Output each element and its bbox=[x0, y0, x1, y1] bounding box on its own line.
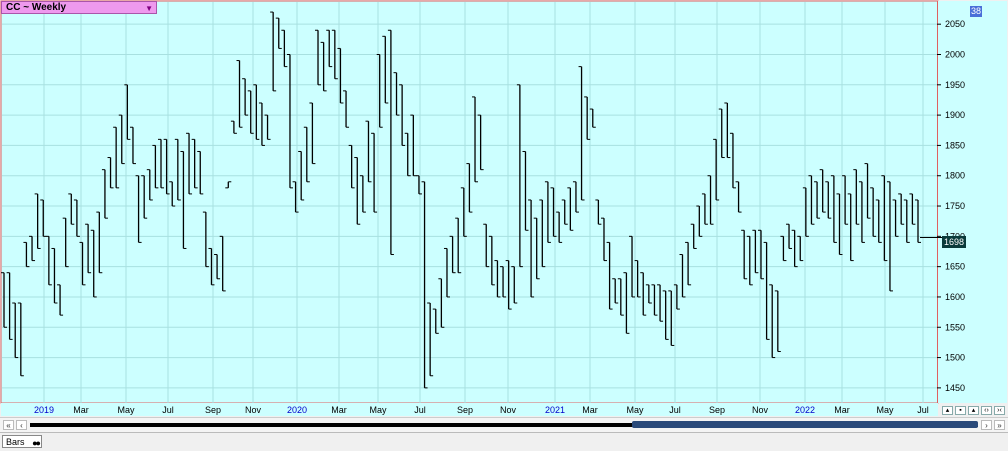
price-tick-label: 1750 bbox=[945, 201, 965, 211]
time-tick-label: 2019 bbox=[34, 405, 54, 415]
scroll-start-icon[interactable]: « bbox=[3, 420, 14, 430]
time-tick-label: Jul bbox=[917, 405, 929, 415]
bottom-toolbar: Bars ●● bbox=[0, 432, 1008, 451]
price-tick-label: 1950 bbox=[945, 80, 965, 90]
zoom-in-icon[interactable]: ›‹ bbox=[994, 406, 1005, 415]
price-tick-label: 2000 bbox=[945, 49, 965, 59]
price-tick-label: 2050 bbox=[945, 19, 965, 29]
price-tick-label: 1850 bbox=[945, 140, 965, 150]
symbol-title: CC ~ Weekly bbox=[6, 2, 67, 13]
binoculars-icon: ●● bbox=[32, 438, 41, 448]
time-tick-label: Mar bbox=[73, 405, 89, 415]
time-tick-label: Mar bbox=[582, 405, 598, 415]
time-tick-label: Nov bbox=[245, 405, 262, 415]
time-scrollbar[interactable]: « ‹ › » bbox=[0, 417, 1008, 432]
time-tick-label: Jul bbox=[162, 405, 174, 415]
time-tick-label: 2022 bbox=[795, 405, 815, 415]
scroll-thumb[interactable] bbox=[632, 421, 978, 428]
chart-count-badge[interactable]: 38 bbox=[970, 6, 982, 17]
bars-tab-label: Bars bbox=[6, 437, 25, 447]
right-panel bbox=[968, 1, 1007, 403]
time-tick-label: Jul bbox=[414, 405, 426, 415]
bars-tab[interactable]: Bars ●● bbox=[2, 435, 42, 448]
zoom-out-icon[interactable]: ‹› bbox=[981, 406, 992, 415]
time-tick-label: May bbox=[626, 405, 644, 415]
time-tick-label: May bbox=[369, 405, 387, 415]
time-tick-label: 2020 bbox=[287, 405, 307, 415]
price-tick-label: 1650 bbox=[945, 262, 965, 272]
scroll-left-icon[interactable]: ‹ bbox=[16, 420, 27, 430]
time-tick-label: Mar bbox=[331, 405, 347, 415]
last-price-tag: 1698 bbox=[942, 236, 966, 248]
time-tick-label: Mar bbox=[834, 405, 850, 415]
price-tick-label: 1550 bbox=[945, 322, 965, 332]
time-tick-label: Nov bbox=[752, 405, 769, 415]
time-tick-label: Sep bbox=[457, 405, 473, 415]
dropdown-arrow-icon[interactable]: ▼ bbox=[145, 3, 153, 14]
scroll-right-icon[interactable]: › bbox=[981, 420, 992, 430]
price-tick-label: 1600 bbox=[945, 292, 965, 302]
time-tick-label: 2021 bbox=[545, 405, 565, 415]
time-tick-label: Sep bbox=[709, 405, 725, 415]
time-tick-label: May bbox=[117, 405, 135, 415]
chart: 1450150015501600165017001750180018501900… bbox=[0, 0, 1007, 416]
price-tick-label: 1450 bbox=[945, 383, 965, 393]
scroll-end-icon[interactable]: » bbox=[994, 420, 1005, 430]
symbol-title-selector[interactable]: CC ~ Weekly ▼ bbox=[1, 1, 157, 14]
time-tick-label: May bbox=[876, 405, 894, 415]
chart-tool-red2-icon[interactable]: ▴ bbox=[968, 406, 979, 415]
time-tick-label: Jul bbox=[669, 405, 681, 415]
price-tick-label: 1800 bbox=[945, 171, 965, 181]
chart-tool-blue-icon[interactable]: ▪ bbox=[955, 406, 966, 415]
price-tick-label: 1500 bbox=[945, 353, 965, 363]
price-tick-label: 1900 bbox=[945, 110, 965, 120]
chart-tool-red-icon[interactable]: ▴ bbox=[942, 406, 953, 415]
time-tick-label: Sep bbox=[205, 405, 221, 415]
time-tick-label: Nov bbox=[500, 405, 517, 415]
